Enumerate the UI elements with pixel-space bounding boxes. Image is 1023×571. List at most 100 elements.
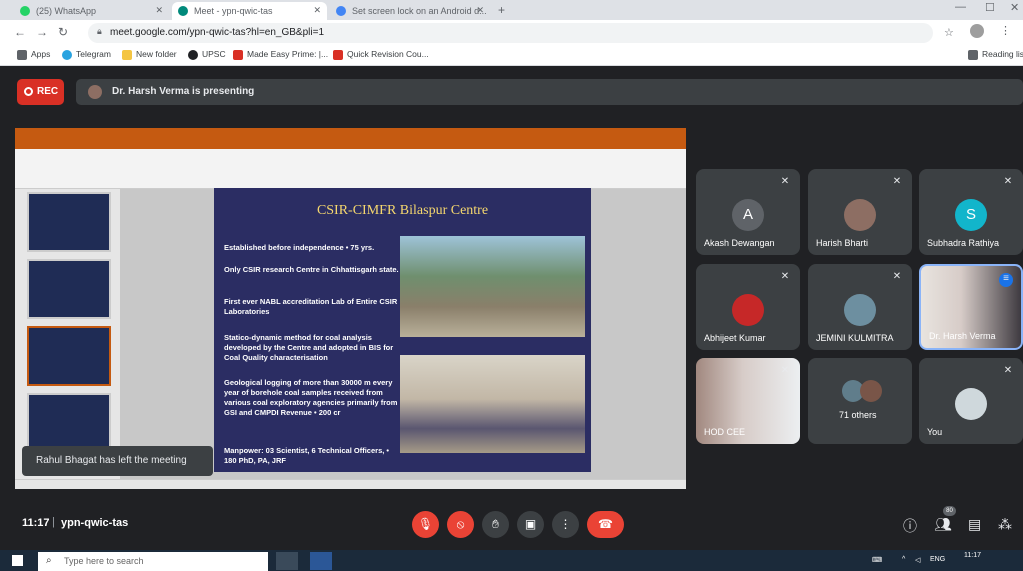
ppt-status-bar xyxy=(15,479,686,489)
bookmark-new-folder[interactable]: New folder xyxy=(122,49,177,60)
participant-name: Subhadra Rathiya xyxy=(927,238,1000,248)
windows-start-icon[interactable] xyxy=(12,555,23,566)
recording-badge: REC xyxy=(17,79,64,105)
new-tab-button[interactable]: + xyxy=(498,3,505,17)
participant-tile[interactable]: ✕ A Akash Dewangan xyxy=(696,169,800,255)
close-icon[interactable]: ✕ xyxy=(476,5,484,16)
taskbar-search[interactable]: ⌕ Type here to search xyxy=(38,552,268,571)
participant-name: 71 others xyxy=(839,410,877,420)
group-photo xyxy=(400,236,585,337)
avatar xyxy=(860,380,882,402)
avatar xyxy=(732,294,764,326)
activities-icon[interactable]: ⁂ xyxy=(998,516,1012,533)
telegram-icon xyxy=(62,50,72,60)
slide-thumbnails xyxy=(15,189,120,479)
presenter-avatar xyxy=(88,85,102,99)
participant-tile-others[interactable]: 71 others xyxy=(808,358,912,444)
close-icon[interactable]: ✕ xyxy=(313,5,321,16)
avatar xyxy=(955,388,987,420)
taskbar-clock[interactable]: 11:17 xyxy=(964,552,981,559)
participant-tile[interactable]: ✕ Abhijeet Kumar xyxy=(696,264,800,350)
reading-list-icon xyxy=(968,50,978,60)
participant-name: Harish Bharti xyxy=(816,238,869,248)
reload-icon[interactable]: ↻ xyxy=(58,25,68,39)
participant-tile[interactable]: ✕ JEMINI KULMITRA xyxy=(808,264,912,350)
tab-label: Set screen lock on an Android d... xyxy=(352,6,487,16)
star-icon[interactable]: ☆ xyxy=(944,26,954,39)
folder-icon xyxy=(122,50,132,60)
ppt-ribbon-tabs xyxy=(15,139,686,149)
minimize-icon[interactable]: — xyxy=(955,1,966,13)
slide-bullet: Established before independence • 75 yrs… xyxy=(224,243,375,252)
participant-name: Akash Dewangan xyxy=(704,238,775,248)
mic-off-icon[interactable]: 🎙︎ xyxy=(412,511,439,538)
bookmark-quick-revision[interactable]: Quick Revision Cou... xyxy=(333,49,429,60)
forward-icon[interactable]: → xyxy=(36,25,48,39)
tab-whatsapp[interactable]: (25) WhatsApp ✕ xyxy=(14,2,169,20)
mic-off-icon: ✕ xyxy=(892,176,902,187)
participant-tile-speaking[interactable]: ≡ Dr. Harsh Verma xyxy=(919,264,1023,350)
raise-hand-icon[interactable]: ✋︎ xyxy=(482,511,509,538)
mic-off-icon: ✕ xyxy=(780,176,790,187)
meeting-controls-bar xyxy=(0,500,1023,550)
slide-bullet: First ever NABL accreditation Lab of Ent… xyxy=(224,297,398,316)
participant-tile[interactable]: ✕ S Subhadra Rathiya xyxy=(919,169,1023,255)
app-taskbar-icon[interactable] xyxy=(310,552,332,570)
chat-icon[interactable]: ▤ xyxy=(968,516,981,533)
bookmark-apps[interactable]: Apps xyxy=(17,49,50,60)
participant-tile[interactable]: ✕ Harish Bharti xyxy=(808,169,912,255)
ppt-ribbon xyxy=(15,149,686,189)
ppt-title-bar xyxy=(15,128,686,139)
whatsapp-icon xyxy=(20,6,30,16)
reading-list[interactable]: Reading list xyxy=(968,49,1023,60)
maximize-icon[interactable]: ☐ xyxy=(985,1,995,14)
slide-bullet: Statico-dynamic method for coal analysis… xyxy=(224,333,394,362)
mic-off-icon: ✕ xyxy=(780,271,790,282)
apps-icon xyxy=(17,50,27,60)
separator: | xyxy=(52,516,55,528)
chevron-up-icon[interactable]: ^ xyxy=(902,556,905,563)
leave-call-button[interactable]: ☎︎ xyxy=(587,511,624,538)
slide-thumbnail xyxy=(27,393,111,453)
info-icon[interactable]: ⓘ xyxy=(903,516,917,536)
profile-avatar[interactable] xyxy=(970,24,984,38)
made-easy-icon xyxy=(233,50,243,60)
tab-android[interactable]: Set screen lock on an Android d... ✕ xyxy=(330,2,490,20)
close-icon[interactable]: ✕ xyxy=(155,5,163,16)
bookmark-telegram[interactable]: Telegram xyxy=(62,49,111,60)
meeting-time: 11:17 xyxy=(22,517,50,529)
lock-icon: 🔒︎ xyxy=(97,26,102,36)
close-window-icon[interactable]: ✕ xyxy=(1010,1,1019,14)
camera-off-icon[interactable]: ⦸ xyxy=(447,511,474,538)
menu-icon[interactable]: ⋮ xyxy=(1000,24,1011,37)
bookmark-made-easy[interactable]: Made Easy Prime: |... xyxy=(233,49,328,60)
participant-name: Dr. Harsh Verma xyxy=(929,331,996,341)
present-screen-icon[interactable]: ▣ xyxy=(517,511,544,538)
slide-thumbnail-selected xyxy=(27,326,111,386)
language-indicator[interactable]: ENG xyxy=(930,556,945,563)
participant-count-badge: 80 xyxy=(943,506,956,516)
slide-bullet: Geological logging of more than 30000 m … xyxy=(224,378,398,417)
slide-bullet: Only CSIR research Centre in Chhattisgar… xyxy=(224,265,399,274)
avatar: S xyxy=(955,199,987,231)
participant-tile[interactable]: ✕ HOD CEE xyxy=(696,358,800,444)
google-icon xyxy=(336,6,346,16)
presenting-banner: Dr. Harsh Verma is presenting xyxy=(76,79,1023,105)
bookmark-upsc[interactable]: UPSC xyxy=(188,49,226,60)
record-icon xyxy=(24,87,33,96)
left-meeting-toast: Rahul Bhagat has left the meeting xyxy=(22,446,213,476)
back-icon[interactable]: ← xyxy=(14,25,26,39)
participant-tile-self[interactable]: ✕ You xyxy=(919,358,1023,444)
chrome-taskbar-icon[interactable] xyxy=(276,552,298,570)
group-photo xyxy=(400,355,585,453)
more-options-icon[interactable]: ⋮ xyxy=(552,511,579,538)
volume-icon[interactable]: ◁ xyxy=(915,556,920,564)
url-input[interactable]: 🔒︎ meet.google.com/ypn-qwic-tas?hl=en_GB… xyxy=(88,23,933,43)
participant-name: You xyxy=(927,427,943,437)
keyboard-icon: ⌨︎ xyxy=(872,557,883,564)
mic-off-icon: ✕ xyxy=(1003,365,1013,376)
participant-name: JEMINI KULMITRA xyxy=(816,333,894,343)
tab-meet[interactable]: Meet - ypn-qwic-tas ✕ xyxy=(172,2,327,20)
people-icon[interactable]: 👥︎ xyxy=(934,516,952,533)
mic-off-icon: ✕ xyxy=(780,365,790,376)
